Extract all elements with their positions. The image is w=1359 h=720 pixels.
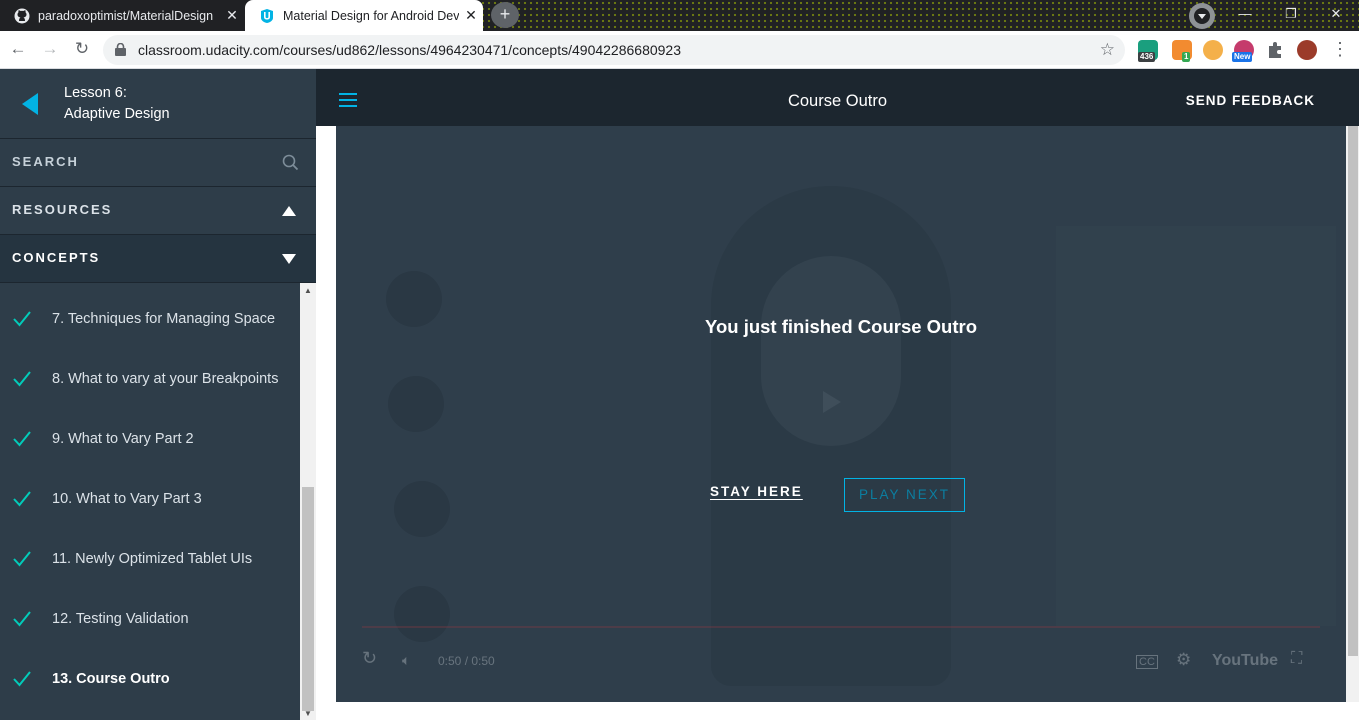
video-background-face [761, 256, 901, 446]
fullscreen-icon[interactable]: ⛶ [1291, 650, 1302, 668]
tab-title: Material Design for Android Dev [283, 8, 459, 23]
checkmark-icon [13, 491, 31, 507]
concept-item[interactable]: 10. What to Vary Part 3 [0, 469, 300, 529]
video-controls: ↻ 🔈︎ 0:50 / 0:50 CC ⚙ YouTube ⛶ [336, 638, 1346, 688]
concept-item-current[interactable]: 13. Course Outro [0, 649, 300, 709]
main-content: Course Outro SEND FEEDBACK You just fini… [316, 69, 1359, 720]
youtube-logo[interactable]: YouTube [1212, 652, 1278, 670]
scroll-down-arrow-icon[interactable]: ▼ [300, 708, 316, 720]
concept-label: 9. What to Vary Part 2 [52, 431, 194, 447]
video-progress-bar[interactable] [362, 626, 1320, 628]
time-display: 0:50 / 0:50 [438, 654, 495, 668]
video-player[interactable]: You just finished Course Outro STAY HERE… [336, 126, 1346, 702]
extension-a-icon[interactable]: 436 [1138, 40, 1158, 62]
finished-message: You just finished Course Outro [704, 316, 978, 337]
lock-icon [115, 43, 126, 56]
address-bar[interactable]: classroom.udacity.com/courses/ud862/less… [103, 35, 1125, 65]
search-icon[interactable] [282, 154, 299, 171]
checkmark-icon [13, 311, 31, 327]
forward-arrow-icon[interactable]: → [38, 37, 62, 61]
concept-label: 7. Techniques for Managing Space [52, 311, 276, 327]
extension-badge: New [1232, 52, 1253, 62]
browser-tab-strip: paradoxoptimist/MaterialDesign ✕ Materia… [0, 0, 1359, 31]
extension-badge: 1 [1182, 52, 1191, 62]
search-label: SEARCH [12, 154, 79, 169]
reload-icon[interactable]: ↻ [70, 37, 94, 61]
concept-label: 11. Newly Optimized Tablet UIs [52, 551, 253, 567]
browser-menu-icon[interactable]: ⋮ [1328, 37, 1352, 61]
extension-c-icon[interactable] [1203, 40, 1223, 60]
puzzle-icon[interactable] [1266, 40, 1286, 60]
minimize-icon[interactable]: — [1222, 0, 1268, 31]
checkmark-icon [13, 671, 31, 687]
checkmark-icon [13, 431, 31, 447]
lesson-header[interactable]: Lesson 6: Adaptive Design [0, 69, 316, 139]
send-feedback-button[interactable]: SEND FEEDBACK [1186, 69, 1315, 133]
volume-icon[interactable]: 🔈︎ [402, 652, 410, 669]
top-bar: Course Outro SEND FEEDBACK [316, 69, 1359, 126]
lesson-sidebar: Lesson 6: Adaptive Design SEARCH RESOURC… [0, 69, 316, 720]
browser-tab-github[interactable]: paradoxoptimist/MaterialDesign ✕ [0, 0, 244, 31]
back-triangle-icon[interactable] [22, 93, 38, 115]
checkmark-icon [13, 371, 31, 387]
concept-label: 10. What to Vary Part 3 [52, 491, 202, 507]
stay-here-button[interactable]: STAY HERE [710, 484, 803, 499]
expand-triangle-icon [282, 254, 296, 264]
profile-menu-icon[interactable] [1189, 3, 1215, 29]
new-tab-button[interactable]: + [491, 2, 519, 28]
concept-label: 8. What to vary at your Breakpoints [52, 371, 279, 387]
close-window-icon[interactable]: ✕ [1313, 0, 1359, 31]
browser-toolbar: ← → ↻ classroom.udacity.com/courses/ud86… [0, 31, 1359, 69]
github-icon [14, 8, 30, 23]
play-triangle-icon [823, 391, 841, 413]
concept-item[interactable]: 8. What to vary at your Breakpoints [0, 349, 300, 409]
tab-title: paradoxoptimist/MaterialDesign [38, 8, 214, 23]
lesson-number: Lesson 6: [64, 85, 127, 101]
captions-icon[interactable]: CC [1136, 655, 1158, 669]
sidebar-concepts[interactable]: CONCEPTS [0, 235, 316, 283]
close-tab-icon[interactable]: ✕ [220, 7, 244, 24]
sidebar-resources[interactable]: RESOURCES [0, 187, 316, 235]
bookmark-star-icon[interactable]: ☆ [1100, 35, 1115, 65]
concept-label: 13. Course Outro [52, 671, 170, 687]
concept-item[interactable]: 11. Newly Optimized Tablet UIs [0, 529, 300, 589]
play-next-button[interactable]: PLAY NEXT [844, 478, 965, 512]
checkmark-icon [13, 551, 31, 567]
video-background-circle [394, 586, 450, 642]
video-background-circle [388, 376, 444, 432]
concept-item[interactable]: 9. What to Vary Part 2 [0, 409, 300, 469]
lesson-title: Adaptive Design [64, 106, 170, 122]
concept-item[interactable]: 12. Testing Validation [0, 589, 300, 649]
close-tab-icon[interactable]: ✕ [459, 7, 483, 24]
back-arrow-icon[interactable]: ← [6, 37, 30, 61]
concept-list: 7. Techniques for Managing Space 8. What… [0, 283, 300, 720]
video-background-panel [1056, 226, 1336, 626]
restore-icon[interactable]: ❐ [1268, 0, 1314, 31]
concept-label: 12. Testing Validation [52, 611, 189, 627]
extension-badge: 436 [1138, 52, 1156, 62]
collapse-triangle-icon [282, 206, 296, 216]
sidebar-scroll-thumb[interactable] [302, 487, 314, 711]
concepts-label: CONCEPTS [12, 250, 101, 265]
scroll-up-arrow-icon[interactable]: ▲ [300, 285, 316, 297]
profile-avatar[interactable] [1297, 40, 1317, 60]
video-background-circle [394, 481, 450, 537]
url-text: classroom.udacity.com/courses/ud862/less… [138, 42, 681, 58]
settings-gear-icon[interactable]: ⚙ [1176, 650, 1191, 670]
checkmark-icon [13, 611, 31, 627]
concept-item[interactable]: 7. Techniques for Managing Space [0, 289, 300, 349]
sidebar-search[interactable]: SEARCH [0, 139, 316, 187]
resources-label: RESOURCES [12, 202, 113, 217]
replay-icon[interactable]: ↻ [362, 648, 377, 669]
extension-d-icon[interactable]: New [1232, 40, 1254, 62]
extension-b-icon[interactable]: 1 [1172, 40, 1192, 62]
main-scroll-thumb[interactable] [1348, 126, 1358, 656]
browser-tab-udacity[interactable]: Material Design for Android Dev ✕ [245, 0, 483, 31]
udacity-icon [261, 8, 273, 23]
